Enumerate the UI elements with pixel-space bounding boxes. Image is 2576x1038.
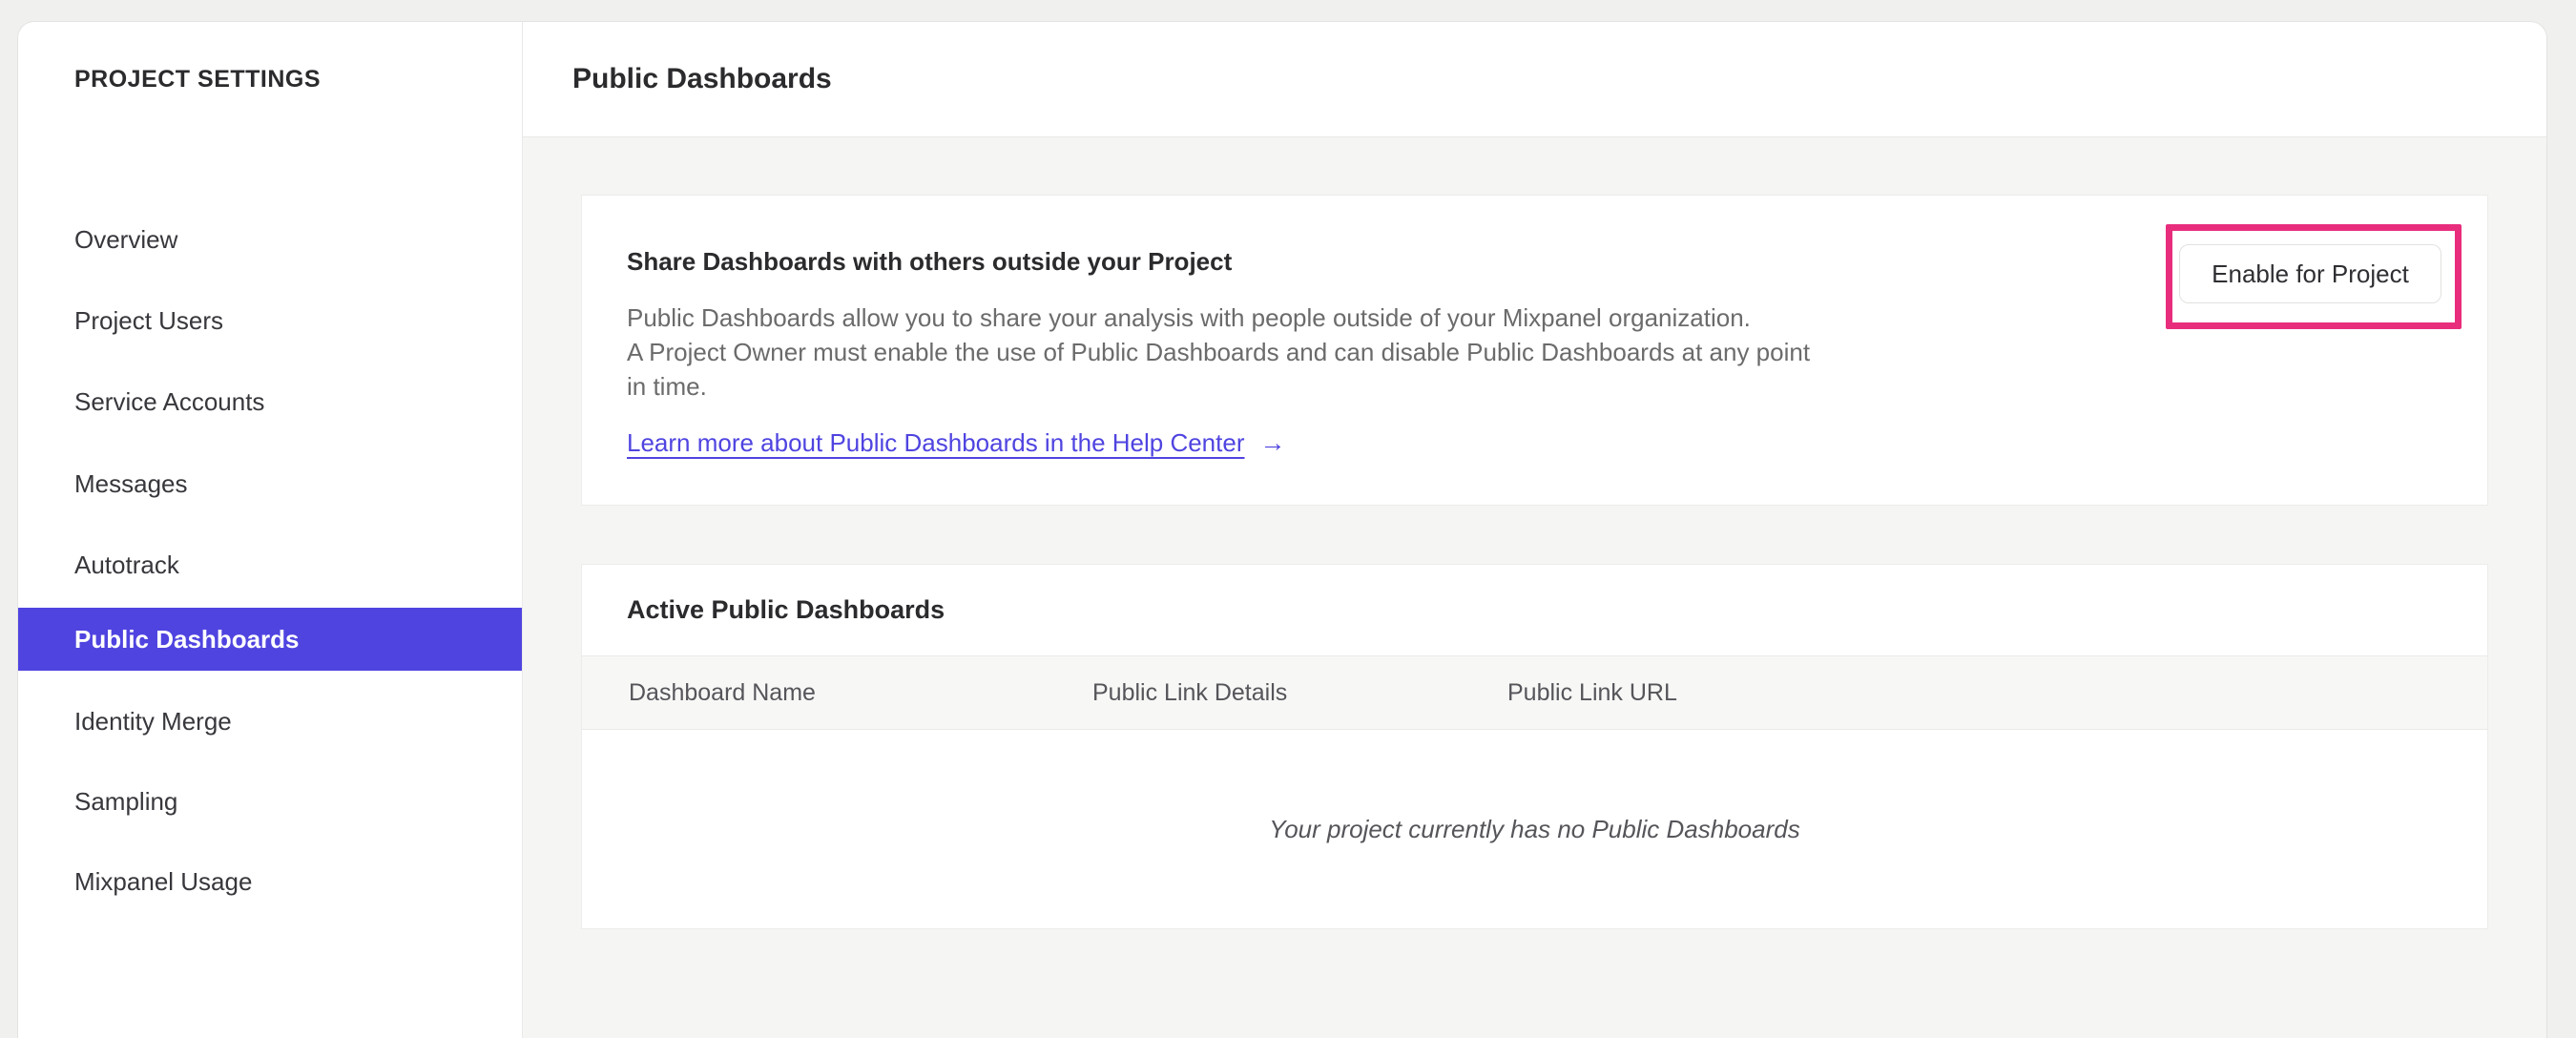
sidebar-item-service-accounts[interactable]: Service Accounts <box>18 370 522 433</box>
arrow-right-icon: → <box>1259 428 1286 457</box>
sidebar-item-public-dashboards[interactable]: Public Dashboards <box>18 608 522 671</box>
project-settings-sidebar: PROJECT SETTINGS Overview Project Users … <box>18 22 523 1038</box>
empty-state-row: Your project currently has no Public Das… <box>582 731 2487 928</box>
main-content: Share Dashboards with others outside you… <box>523 137 2546 1038</box>
description-line: Public Dashboards allow you to share you… <box>627 303 1751 332</box>
page-header: Public Dashboards <box>523 22 2546 137</box>
share-card-description: Public Dashboards allow you to share you… <box>627 301 2048 404</box>
sidebar-item-identity-merge[interactable]: Identity Merge <box>18 690 522 753</box>
enable-for-project-button[interactable]: Enable for Project <box>2179 244 2441 303</box>
active-dashboards-card: Active Public Dashboards Dashboard Name … <box>581 564 2488 929</box>
dashboards-table-header: Dashboard Name Public Link Details Publi… <box>582 655 2487 730</box>
description-line: in time. <box>627 372 707 401</box>
active-card-title-row: Active Public Dashboards <box>582 565 2487 655</box>
sidebar-item-autotrack[interactable]: Autotrack <box>18 533 522 596</box>
share-card-heading: Share Dashboards with others outside you… <box>627 247 1233 276</box>
share-card-text: Share Dashboards with others outside you… <box>627 245 2048 458</box>
help-center-link[interactable]: Learn more about Public Dashboards in th… <box>627 428 1245 458</box>
sidebar-item-overview[interactable]: Overview <box>18 208 522 271</box>
share-dashboards-card: Share Dashboards with others outside you… <box>581 195 2488 506</box>
page-title: Public Dashboards <box>572 63 832 94</box>
sidebar-item-mixpanel-usage[interactable]: Mixpanel Usage <box>18 850 522 913</box>
description-line: A Project Owner must enable the use of P… <box>627 338 1811 366</box>
empty-state-message: Your project currently has no Public Das… <box>1269 815 1800 843</box>
help-center-link-row: Learn more about Public Dashboards in th… <box>627 428 2048 458</box>
sidebar-title: PROJECT SETTINGS <box>74 66 322 93</box>
settings-panel: PROJECT SETTINGS Overview Project Users … <box>17 21 2547 1038</box>
sidebar-item-project-users[interactable]: Project Users <box>18 289 522 352</box>
sidebar-item-sampling[interactable]: Sampling <box>18 770 522 833</box>
sidebar-item-messages[interactable]: Messages <box>18 452 522 515</box>
column-header-dashboard-name: Dashboard Name <box>629 678 816 706</box>
column-header-public-link-url: Public Link URL <box>1507 678 1677 706</box>
active-card-title: Active Public Dashboards <box>627 595 945 624</box>
column-header-public-link-details: Public Link Details <box>1092 678 1288 706</box>
